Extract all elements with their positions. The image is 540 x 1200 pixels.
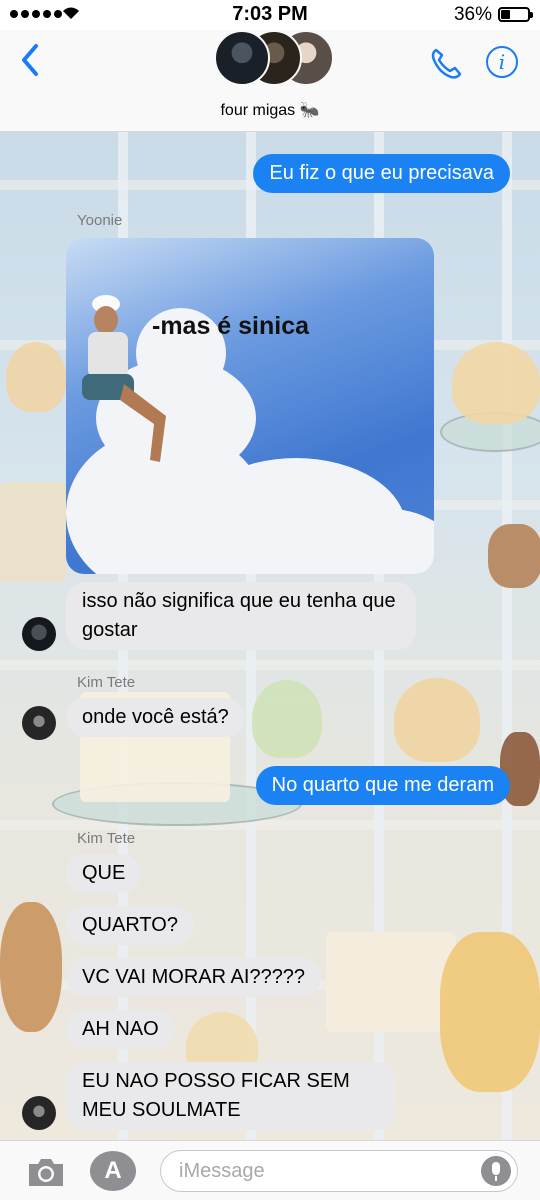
outgoing-message[interactable]: No quarto que me deram <box>255 766 510 805</box>
group-avatars[interactable] <box>214 30 334 90</box>
sender-name: Kim Tete <box>77 674 136 691</box>
background-macaron <box>488 524 540 588</box>
background-cookie <box>0 902 62 1032</box>
background-bun <box>440 932 540 1092</box>
message-text: EU NAO POSSO FICAR SEM MEU SOULMATE <box>82 1070 350 1121</box>
camera-icon[interactable] <box>26 1156 66 1188</box>
image-attachment[interactable]: -mas é sinica <box>66 238 434 574</box>
incoming-message[interactable]: AH NAO <box>66 1010 175 1049</box>
avatar <box>22 617 56 651</box>
conversation-header: four migas 🐜 i <box>0 30 540 132</box>
sender-name: Kim Tete <box>77 830 136 847</box>
message-field[interactable] <box>160 1150 518 1192</box>
background-cupcake <box>452 342 540 424</box>
chevron-left-icon[interactable] <box>16 42 46 78</box>
group-name[interactable]: four migas 🐜 <box>0 100 540 120</box>
phone-icon[interactable] <box>428 46 464 82</box>
microphone-icon[interactable] <box>481 1156 511 1186</box>
incoming-message[interactable]: QUE <box>66 854 142 893</box>
status-bar: 7:03 PM 36% <box>0 0 540 30</box>
avatar <box>22 706 56 740</box>
app-store-icon[interactable]: A <box>90 1151 136 1191</box>
outgoing-message[interactable]: Eu fiz o que eu precisava <box>253 154 510 193</box>
incoming-message[interactable]: QUARTO? <box>66 906 194 945</box>
background-cupcake <box>6 342 66 412</box>
background-cake <box>326 932 456 1032</box>
image-caption: -mas é sinica <box>152 312 310 340</box>
incoming-message[interactable]: onde você está? <box>66 698 245 737</box>
compose-bar: A <box>0 1140 540 1200</box>
incoming-message[interactable]: isso não significa que eu tenha que gost… <box>66 582 416 650</box>
background-cupcake <box>394 678 480 762</box>
avatar <box>214 30 270 86</box>
info-icon[interactable]: i <box>486 46 518 78</box>
message-input[interactable] <box>179 1151 479 1191</box>
incoming-message[interactable]: EU NAO POSSO FICAR SEM MEU SOULMATE <box>66 1062 396 1130</box>
message-thread[interactable]: Eu fiz o que eu precisava Yoonie -mas é … <box>0 132 540 1140</box>
sender-name: Yoonie <box>77 212 123 229</box>
background-cake <box>0 482 66 582</box>
message-text: isso não significa que eu tenha que gost… <box>82 590 396 641</box>
avatar <box>22 1096 56 1130</box>
background-cupcake <box>252 680 322 758</box>
battery-icon <box>498 7 533 22</box>
battery-percentage: 36% <box>453 4 492 25</box>
incoming-message[interactable]: VC VAI MORAR AI????? <box>66 958 322 997</box>
